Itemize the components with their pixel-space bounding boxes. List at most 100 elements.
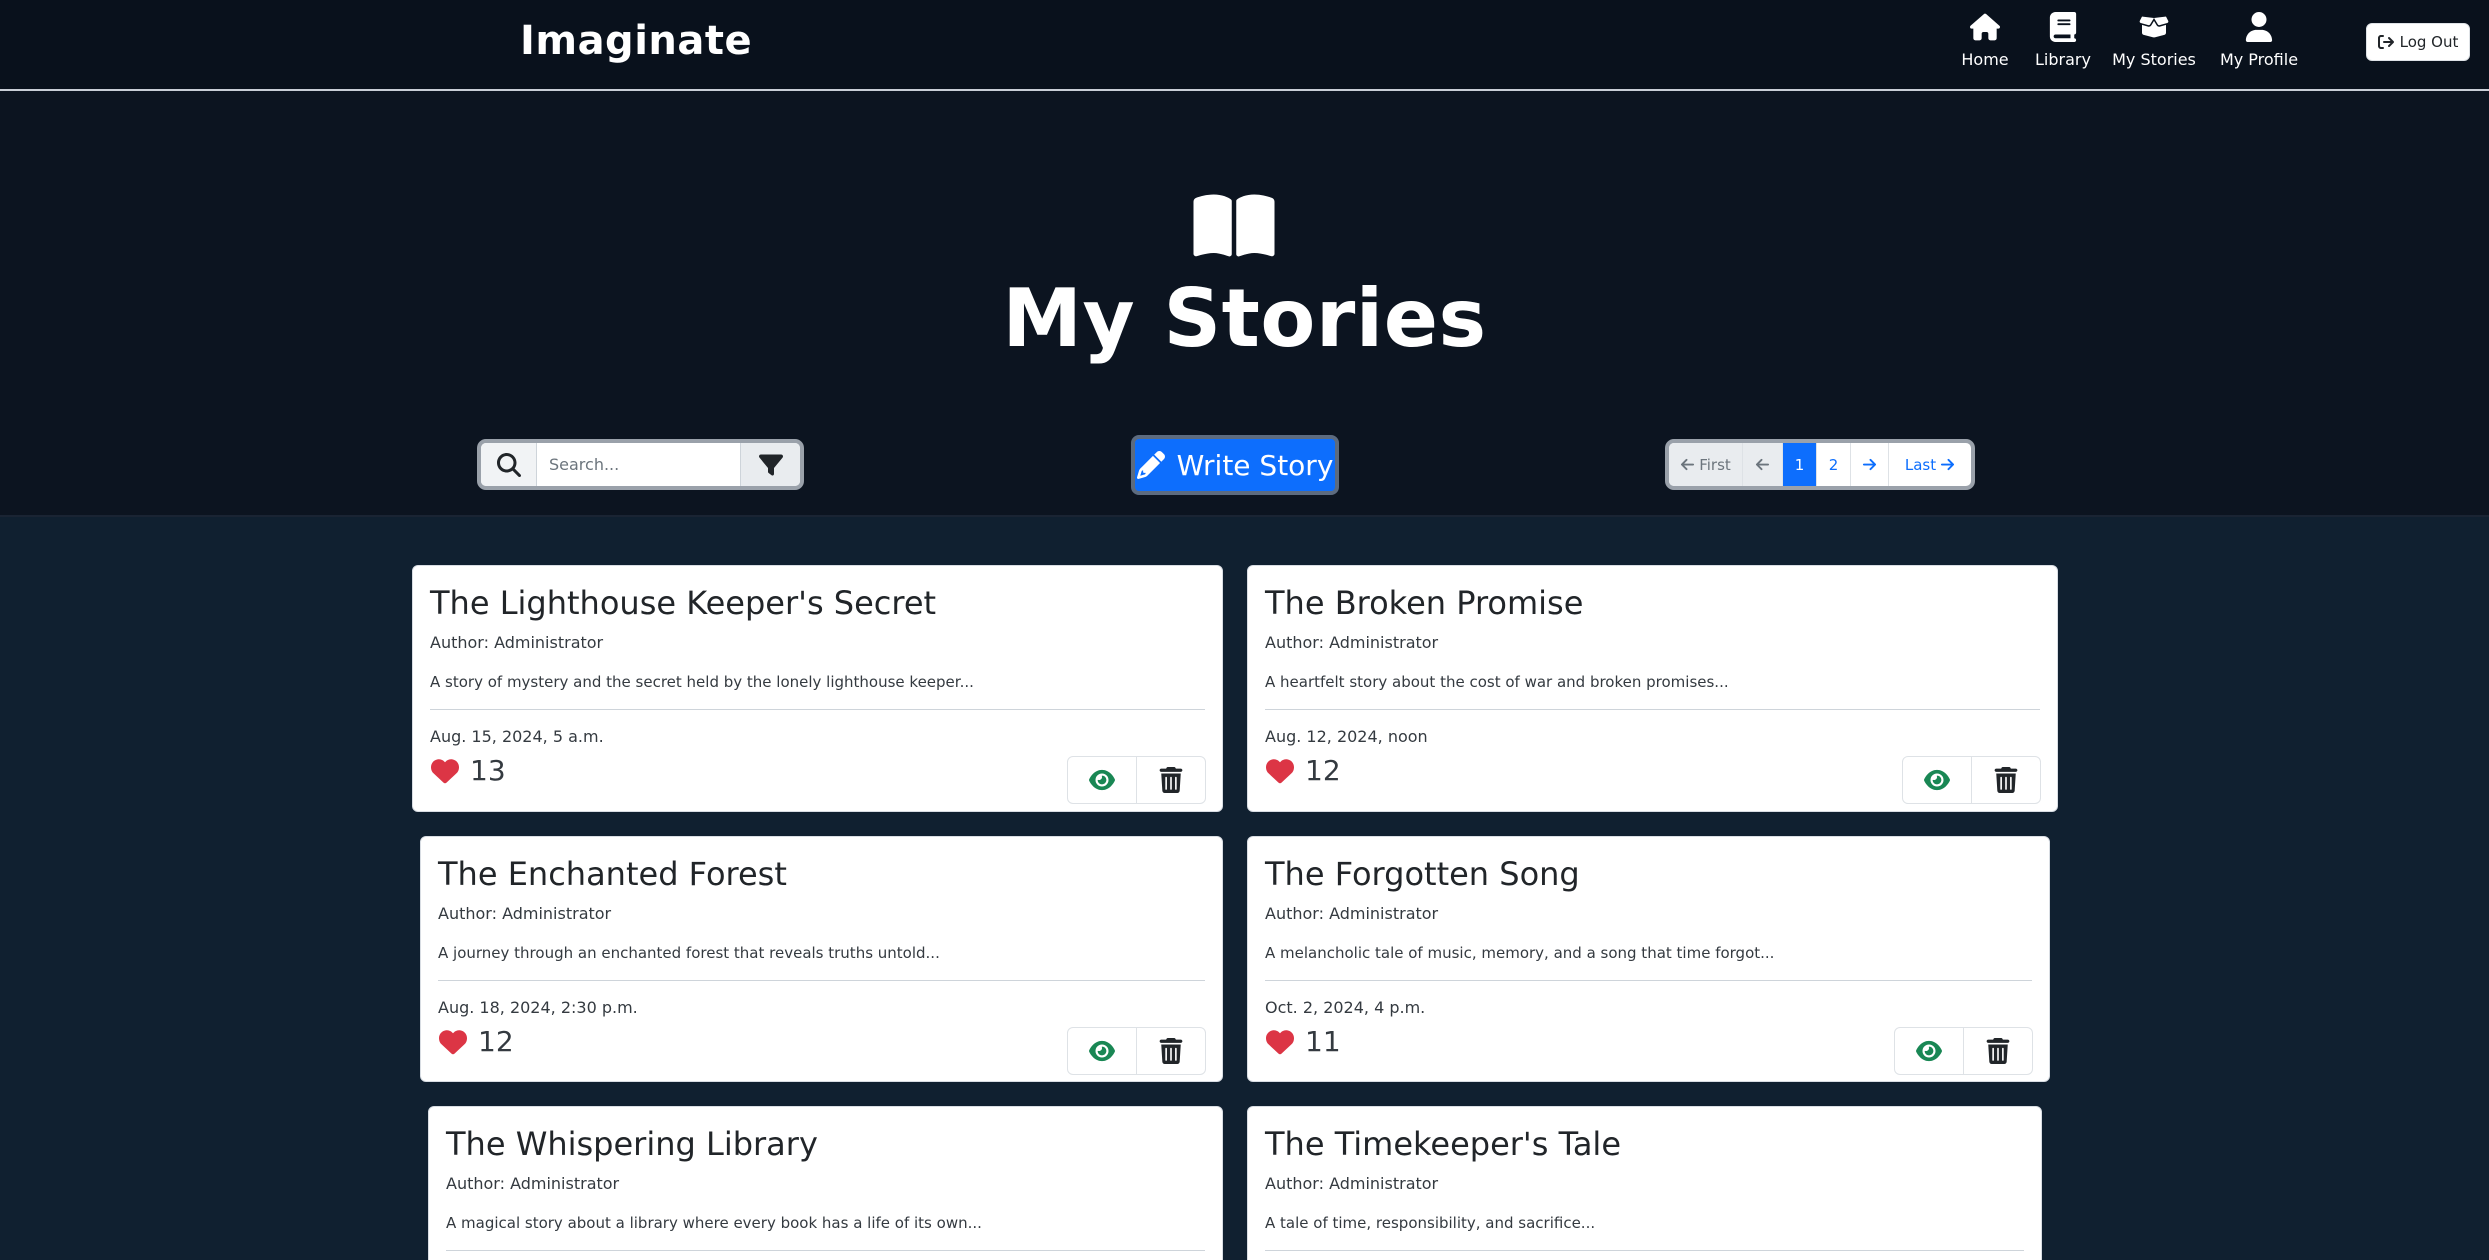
search-input[interactable] (537, 443, 740, 486)
eye-icon (1089, 769, 1115, 791)
card-divider (1265, 709, 2040, 710)
logout-label: Log Out (2399, 33, 2459, 51)
nav-my-stories[interactable]: My Stories (2112, 12, 2196, 72)
story-author: Author: Administrator (1265, 1174, 1439, 1193)
delete-button[interactable] (1136, 757, 1205, 803)
logout-button[interactable]: Log Out (2366, 23, 2470, 61)
story-description: A tale of time, responsibility, and sacr… (1265, 1214, 1596, 1232)
pagination-first[interactable]: First (1669, 443, 1743, 486)
heart-icon (1266, 758, 1294, 783)
nav-my-profile-label: My Profile (2219, 50, 2299, 69)
story-title[interactable]: The Lighthouse Keeper's Secret (430, 584, 936, 622)
story-likes[interactable]: 13 (430, 754, 506, 787)
arrow-right-icon (1862, 458, 1877, 471)
card-divider (1265, 1250, 2024, 1251)
story-description: A heartfelt story about the cost of war … (1265, 673, 1729, 691)
story-title[interactable]: The Enchanted Forest (438, 855, 787, 893)
book-icon (2049, 12, 2077, 42)
book-open-icon (1193, 194, 1275, 257)
pagination-last-label: Last (1904, 455, 1937, 474)
story-title[interactable]: The Broken Promise (1265, 584, 1583, 622)
trash-icon (1159, 767, 1183, 793)
story-actions (1067, 756, 1206, 804)
view-button[interactable] (1068, 757, 1136, 803)
search-icon-box[interactable] (481, 443, 537, 486)
story-actions (1067, 1027, 1206, 1075)
pagination-page-1[interactable]: 1 (1783, 443, 1817, 486)
write-story-button[interactable]: Write Story (1131, 435, 1339, 495)
view-button[interactable] (1903, 757, 1971, 803)
like-count: 11 (1305, 1025, 1341, 1058)
story-title[interactable]: The Timekeeper's Tale (1265, 1125, 1621, 1163)
like-count: 13 (470, 754, 506, 787)
view-button[interactable] (1895, 1028, 1963, 1074)
filter-button[interactable] (740, 443, 800, 486)
nav-my-stories-label: My Stories (2112, 50, 2196, 69)
arrow-left-icon (1681, 458, 1695, 471)
write-story-label: Write Story (1176, 448, 1334, 482)
story-card: The Lighthouse Keeper's Secret Author: A… (412, 565, 1223, 812)
brand-logo[interactable]: Imaginate (520, 18, 752, 64)
trash-icon (1159, 1038, 1183, 1064)
story-likes[interactable]: 12 (1265, 754, 1341, 787)
story-author: Author: Administrator (446, 1174, 620, 1193)
story-date: Aug. 12, 2024, noon (1265, 727, 1428, 746)
story-card: The Enchanted Forest Author: Administrat… (420, 836, 1223, 1082)
story-description: A story of mystery and the secret held b… (430, 673, 974, 691)
view-button[interactable] (1068, 1028, 1136, 1074)
trash-icon (1994, 767, 2018, 793)
box-open-icon (2139, 16, 2169, 38)
delete-button[interactable] (1963, 1028, 2032, 1074)
stories-background (0, 517, 2489, 1260)
story-author: Author: Administrator (438, 904, 612, 923)
nav-home[interactable]: Home (1958, 12, 2012, 72)
pagination-last[interactable]: Last (1889, 443, 1971, 486)
story-likes[interactable]: 11 (1265, 1025, 1341, 1058)
nav-library-label: Library (2035, 50, 2091, 69)
story-actions (1902, 756, 2041, 804)
delete-button[interactable] (1136, 1028, 1205, 1074)
story-actions (1894, 1027, 2033, 1075)
delete-button[interactable] (1971, 757, 2040, 803)
story-date: Aug. 15, 2024, 5 a.m. (430, 727, 604, 746)
pagination-first-label: First (1699, 455, 1731, 474)
eye-icon (1089, 1040, 1115, 1062)
eye-icon (1916, 1040, 1942, 1062)
pagination-next[interactable] (1851, 443, 1889, 486)
story-likes[interactable]: 12 (438, 1025, 514, 1058)
story-title[interactable]: The Whispering Library (446, 1125, 818, 1163)
story-card: The Forgotten Song Author: Administrator… (1247, 836, 2050, 1082)
pencil-icon (1136, 451, 1165, 479)
story-title[interactable]: The Forgotten Song (1265, 855, 1580, 893)
card-divider (430, 709, 1205, 710)
heart-icon (431, 758, 459, 783)
story-author: Author: Administrator (1265, 633, 1439, 652)
trash-icon (1986, 1038, 2010, 1064)
heart-icon (439, 1029, 467, 1054)
search-icon (496, 452, 521, 477)
story-card: The Timekeeper's Tale Author: Administra… (1247, 1106, 2042, 1260)
nav-library[interactable]: Library (2035, 12, 2091, 72)
divider (0, 515, 2489, 517)
story-card: The Whispering Library Author: Administr… (428, 1106, 1223, 1260)
story-description: A magical story about a library where ev… (446, 1214, 982, 1232)
story-author: Author: Administrator (1265, 904, 1439, 923)
pagination-page-2[interactable]: 2 (1817, 443, 1851, 486)
card-divider (438, 980, 1205, 981)
sign-out-icon (2377, 35, 2394, 49)
nav-home-label: Home (1961, 50, 2009, 69)
page-title: My Stories (1002, 272, 1487, 365)
heart-icon (1266, 1029, 1294, 1054)
story-date: Oct. 2, 2024, 4 p.m. (1265, 998, 1426, 1017)
pagination-prev[interactable] (1743, 443, 1783, 486)
pagination: First 1 2 Last (1665, 439, 1975, 490)
filter-icon (758, 454, 783, 475)
story-author: Author: Administrator (430, 633, 604, 652)
arrow-right-icon (1941, 458, 1955, 471)
story-date: Aug. 18, 2024, 2:30 p.m. (438, 998, 638, 1017)
story-description: A melancholic tale of music, memory, and… (1265, 944, 1775, 962)
like-count: 12 (1305, 754, 1341, 787)
nav-my-profile[interactable]: My Profile (2219, 12, 2299, 72)
navbar: Imaginate Home Library My Stories My Pro… (0, 0, 2489, 91)
card-divider (446, 1250, 1205, 1251)
